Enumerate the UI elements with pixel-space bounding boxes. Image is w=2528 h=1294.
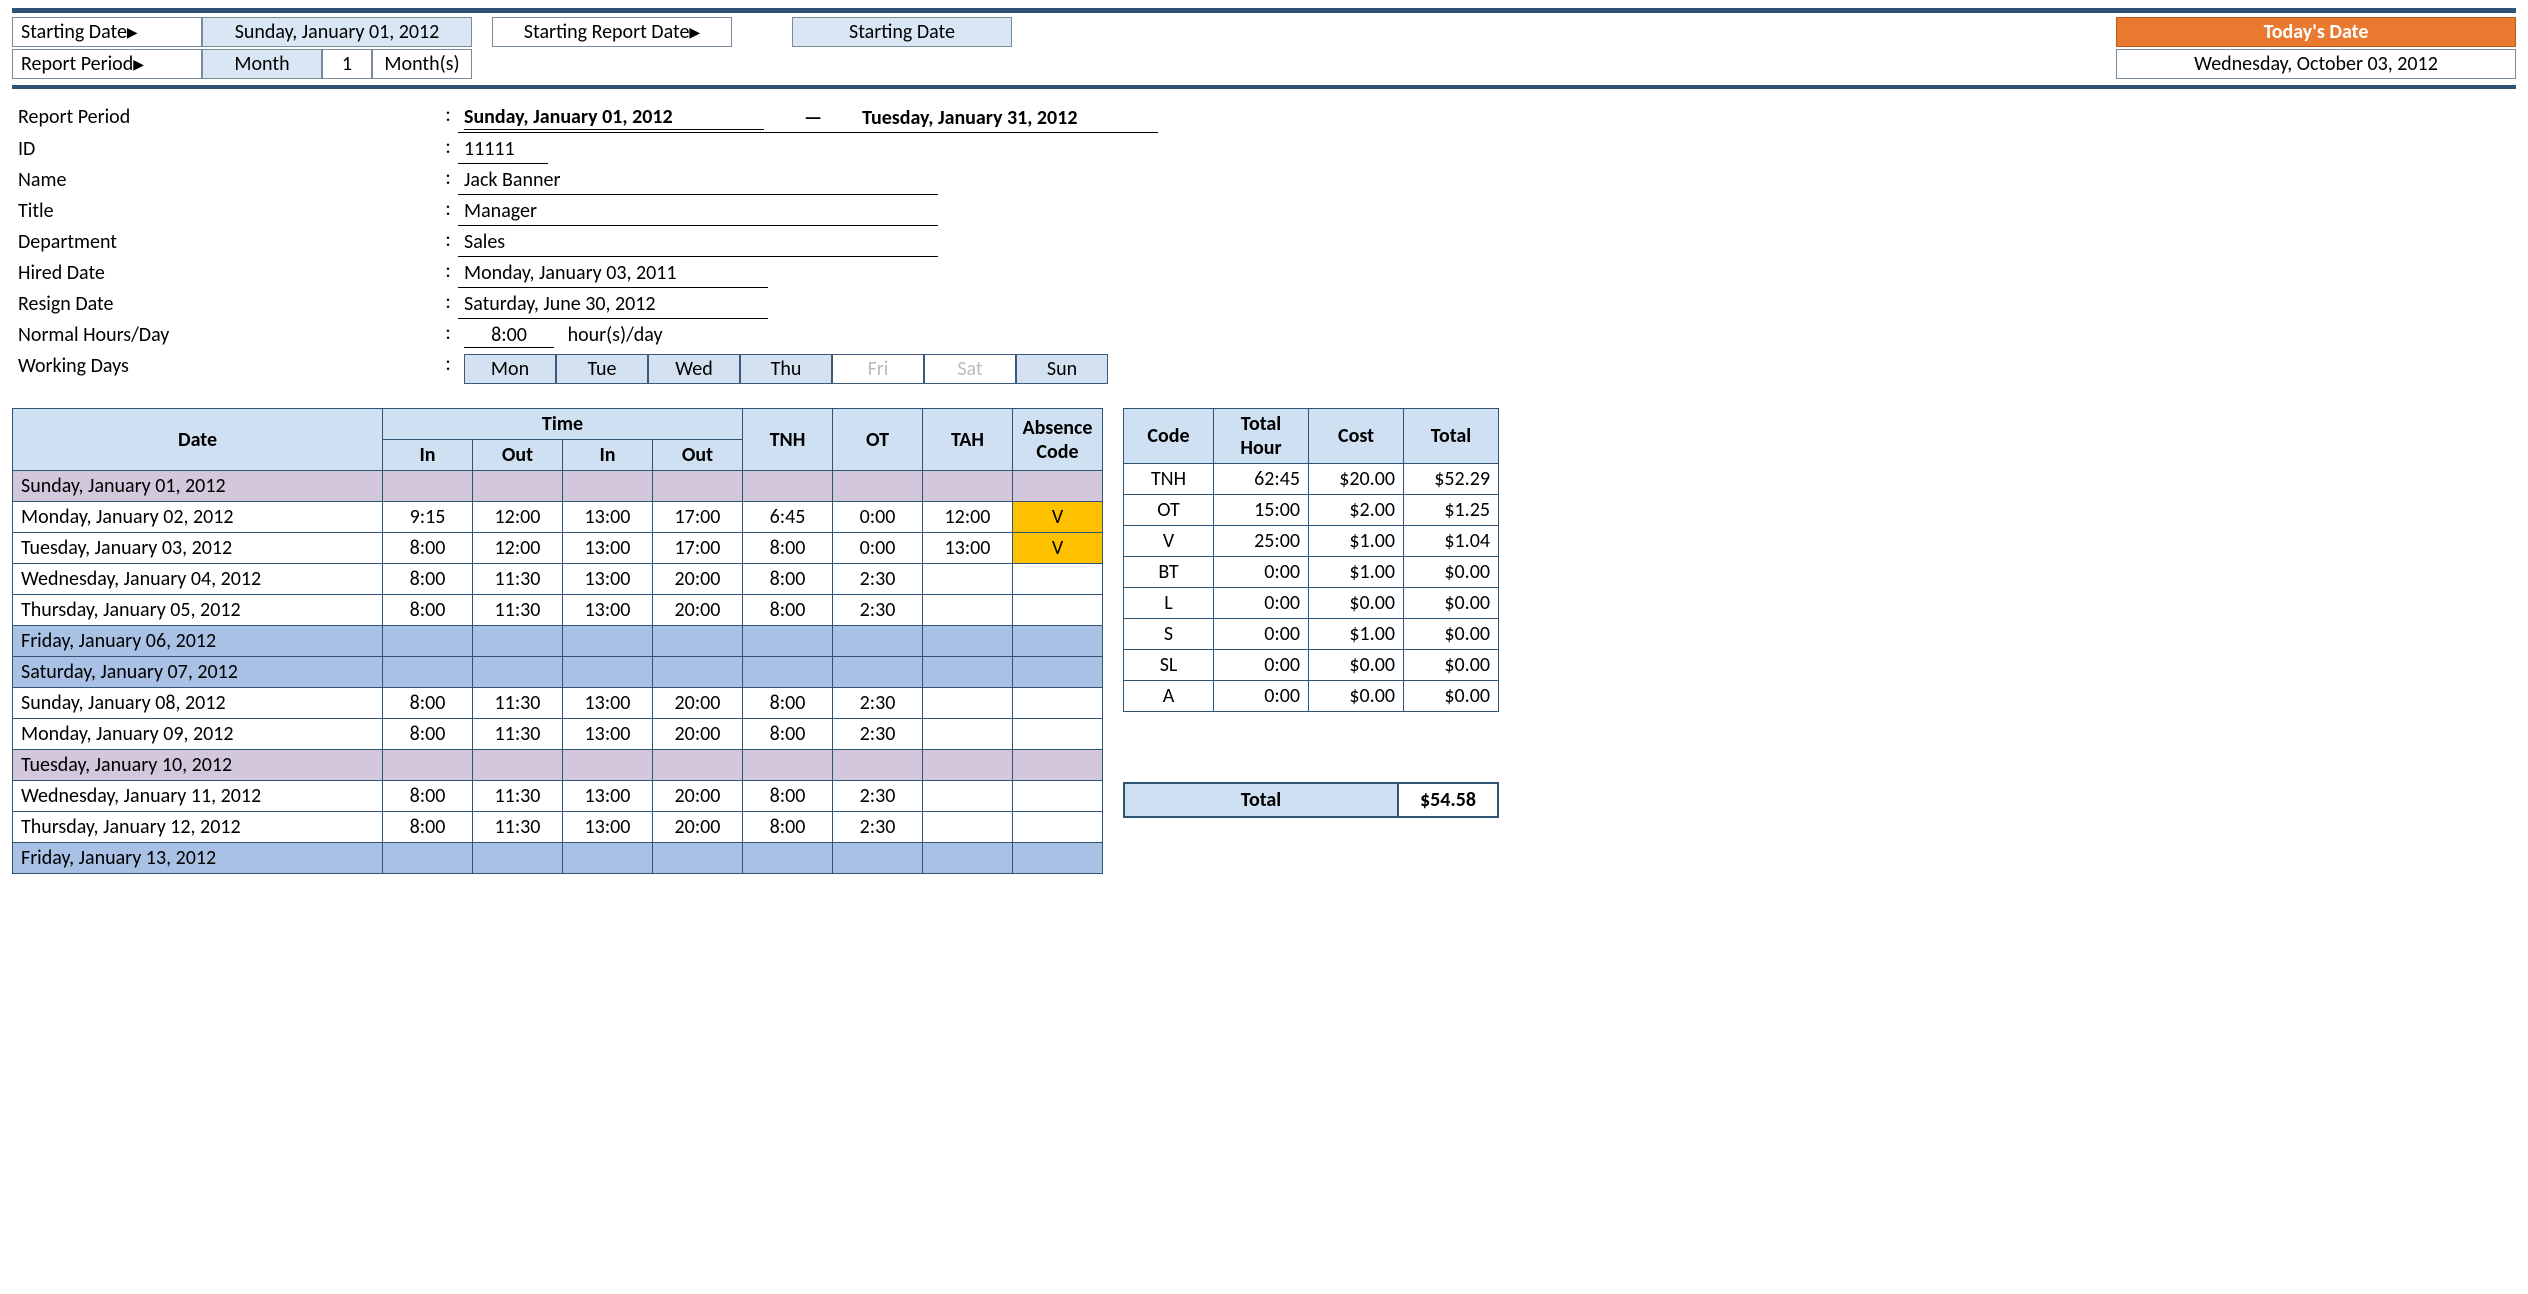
label-title: Title <box>18 197 438 226</box>
starting-report-date-label: Starting Report Date <box>492 17 732 47</box>
th-abs: Absence Code <box>1013 409 1103 471</box>
th-hour: Total Hour <box>1214 409 1309 464</box>
th-ot: OT <box>833 409 923 471</box>
grand-total-label: Total <box>1123 782 1399 818</box>
th-code: Code <box>1124 409 1214 464</box>
value-department[interactable]: Sales <box>458 228 938 257</box>
table-row[interactable]: Sunday, January 08, 20128:0011:3013:0020… <box>13 688 1103 719</box>
table-row[interactable]: Tuesday, January 10, 2012 <box>13 750 1103 781</box>
day-thu[interactable]: Thu <box>740 354 832 384</box>
table-row[interactable]: Sunday, January 01, 2012 <box>13 471 1103 502</box>
day-fri[interactable]: Fri <box>832 354 924 384</box>
th-cost: Cost <box>1309 409 1404 464</box>
starting-date-label: Starting Date <box>12 17 202 47</box>
working-days-row: MonTueWedThuFriSatSun <box>458 352 1158 386</box>
summary-row: A0:00$0.00$0.00 <box>1124 681 1499 712</box>
report-period-unit[interactable]: Month <box>202 49 322 79</box>
todays-date-value: Wednesday, October 03, 2012 <box>2116 49 2516 79</box>
day-sat[interactable]: Sat <box>924 354 1016 384</box>
summary-row: OT15:00$2.00$1.25 <box>1124 495 1499 526</box>
th-tnh: TNH <box>743 409 833 471</box>
todays-date-label: Today's Date <box>2116 17 2516 47</box>
table-row[interactable]: Monday, January 09, 20128:0011:3013:0020… <box>13 719 1103 750</box>
summary-table[interactable]: Code Total Hour Cost Total TNH62:45$20.0… <box>1123 408 1499 712</box>
th-time: Time <box>383 409 743 440</box>
grand-total-value: $54.58 <box>1399 782 1499 818</box>
value-id[interactable]: 11111 <box>458 135 548 164</box>
value-resign[interactable]: Saturday, June 30, 2012 <box>458 290 768 319</box>
report-period-num[interactable]: 1 <box>322 49 372 79</box>
starting-date-value[interactable]: Sunday, January 01, 2012 <box>202 17 472 47</box>
report-period-label: Report Period <box>12 49 202 79</box>
value-name[interactable]: Jack Banner <box>458 166 938 195</box>
table-row[interactable]: Saturday, January 07, 2012 <box>13 657 1103 688</box>
table-row[interactable]: Wednesday, January 11, 20128:0011:3013:0… <box>13 781 1103 812</box>
table-row[interactable]: Thursday, January 05, 20128:0011:3013:00… <box>13 595 1103 626</box>
label-id: ID <box>18 135 438 164</box>
value-report-period: Sunday, January 01, 2012 — Tuesday, Janu… <box>458 103 1158 133</box>
label-working-days: Working Days <box>18 352 438 386</box>
day-mon[interactable]: Mon <box>464 354 556 384</box>
timesheet-table[interactable]: Date Time TNH OT TAH Absence Code In Out… <box>12 408 1103 874</box>
th-in2: In <box>563 440 653 471</box>
starting-report-date-value[interactable]: Starting Date <box>792 17 1012 47</box>
table-row[interactable]: Thursday, January 12, 20128:0011:3013:00… <box>13 812 1103 843</box>
summary-row: L0:00$0.00$0.00 <box>1124 588 1499 619</box>
th-tah: TAH <box>923 409 1013 471</box>
table-row[interactable]: Wednesday, January 04, 20128:0011:3013:0… <box>13 564 1103 595</box>
summary-row: S0:00$1.00$0.00 <box>1124 619 1499 650</box>
day-wed[interactable]: Wed <box>648 354 740 384</box>
info-section: Report Period : Sunday, January 01, 2012… <box>18 103 2516 386</box>
label-name: Name <box>18 166 438 195</box>
label-department: Department <box>18 228 438 257</box>
value-normal-hours: 8:00 hour(s)/day <box>458 321 1158 350</box>
th-out2: Out <box>653 440 743 471</box>
summary-row: SL0:00$0.00$0.00 <box>1124 650 1499 681</box>
header-row-1: Starting Date Sunday, January 01, 2012 S… <box>12 17 2516 47</box>
summary-row: BT0:00$1.00$0.00 <box>1124 557 1499 588</box>
table-row[interactable]: Friday, January 13, 2012 <box>13 843 1103 874</box>
label-resign: Resign Date <box>18 290 438 319</box>
grand-total-row: Total $54.58 <box>1123 782 1499 818</box>
day-sun[interactable]: Sun <box>1016 354 1108 384</box>
summary-row: V25:00$1.00$1.04 <box>1124 526 1499 557</box>
th-date: Date <box>13 409 383 471</box>
table-row[interactable]: Friday, January 06, 2012 <box>13 626 1103 657</box>
summary-row: TNH62:45$20.00$52.29 <box>1124 464 1499 495</box>
th-in1: In <box>383 440 473 471</box>
label-normal-hours: Normal Hours/Day <box>18 321 438 350</box>
th-total: Total <box>1404 409 1499 464</box>
label-hired: Hired Date <box>18 259 438 288</box>
table-row[interactable]: Tuesday, January 03, 20128:0012:0013:001… <box>13 533 1103 564</box>
header-row-2: Report Period Month 1 Month(s) Wednesday… <box>12 49 2516 79</box>
th-out1: Out <box>473 440 563 471</box>
report-period-units: Month(s) <box>372 49 472 79</box>
value-title[interactable]: Manager <box>458 197 938 226</box>
day-tue[interactable]: Tue <box>556 354 648 384</box>
value-hired[interactable]: Monday, January 03, 2011 <box>458 259 768 288</box>
label-report-period: Report Period <box>18 103 438 133</box>
table-row[interactable]: Monday, January 02, 20129:1512:0013:0017… <box>13 502 1103 533</box>
